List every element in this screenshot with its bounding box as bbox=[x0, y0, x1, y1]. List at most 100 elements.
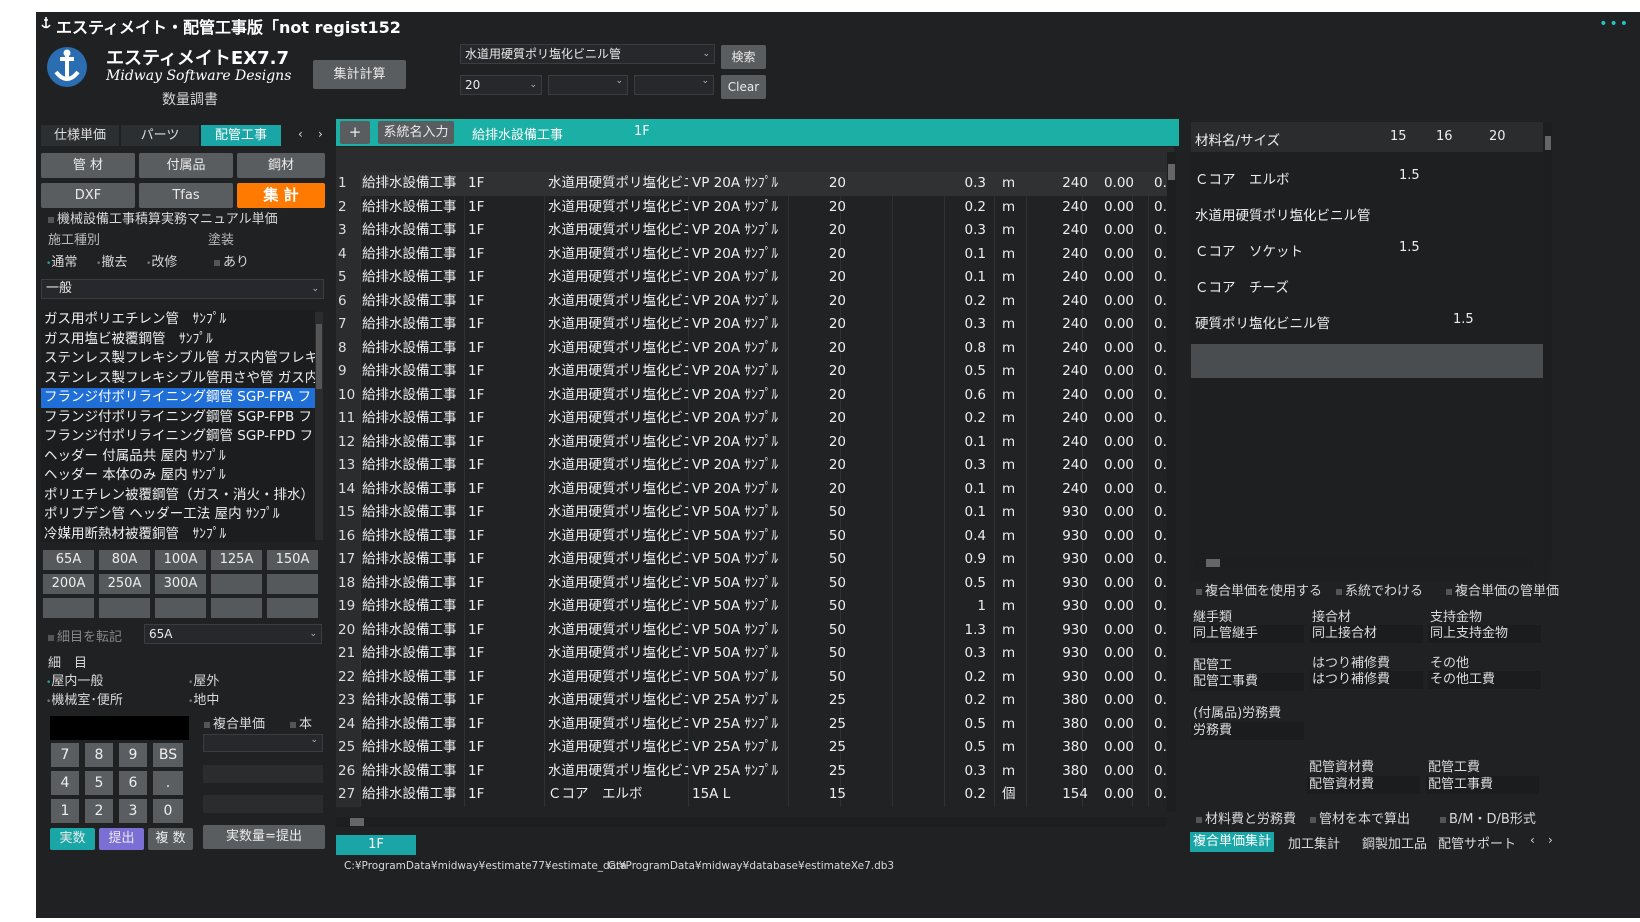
cell-unit[interactable]: m bbox=[1002, 666, 1022, 690]
cell-sys[interactable]: 給排水設備工事 bbox=[362, 713, 462, 737]
split-by-system-checkbox[interactable]: 系統でわける bbox=[1336, 580, 1423, 599]
actual-button[interactable]: 実数 bbox=[50, 828, 95, 850]
cell-qty[interactable]: 0.3 bbox=[936, 219, 986, 243]
cell-qty[interactable]: 1 bbox=[936, 595, 986, 619]
cell-r[interactable]: 0.00 bbox=[1088, 407, 1134, 431]
keypad-key[interactable]: 3 bbox=[119, 799, 147, 823]
cell-qty[interactable]: 0.1 bbox=[936, 501, 986, 525]
tab-pipe-support[interactable]: 配管サポート bbox=[1438, 833, 1516, 852]
cell-spec[interactable]: VP 20A ｻﾝﾌﾟﾙ bbox=[692, 290, 786, 314]
keypad-key[interactable]: 1 bbox=[51, 799, 79, 823]
calc-button[interactable]: 集計計算 bbox=[313, 60, 406, 89]
cell-unit[interactable]: m bbox=[1002, 713, 1022, 737]
list-item[interactable]: ヘッダー 付属品共 屋内 ｻﾝﾌﾟﾙ bbox=[41, 447, 316, 467]
tab-next-icon[interactable]: › bbox=[318, 127, 323, 141]
size-button-empty[interactable] bbox=[155, 598, 206, 618]
summary-h-scrollbar[interactable] bbox=[1194, 558, 1534, 568]
cell-unit[interactable]: m bbox=[1002, 454, 1022, 478]
cell-size[interactable]: 20 bbox=[826, 290, 846, 314]
cell-qty[interactable]: 0.3 bbox=[936, 172, 986, 196]
cell-price[interactable]: 154 bbox=[1026, 783, 1088, 807]
cell-spec[interactable]: VP 25A ｻﾝﾌﾟﾙ bbox=[692, 713, 786, 737]
cell-spec[interactable]: VP 20A ｻﾝﾌﾟﾙ bbox=[692, 337, 786, 361]
cell-size[interactable]: 25 bbox=[826, 736, 846, 760]
cell-size[interactable]: 20 bbox=[826, 360, 846, 384]
cell-r[interactable]: 0.00 bbox=[1088, 290, 1134, 314]
cell-mat[interactable]: 水道用硬質ポリ塩化ビニ bbox=[548, 595, 688, 619]
cell-unit[interactable]: m bbox=[1002, 572, 1022, 596]
cell-mat[interactable]: 水道用硬質ポリ塩化ビニ bbox=[548, 548, 688, 572]
cell-fl[interactable]: 1F bbox=[468, 548, 544, 572]
add-system-button[interactable]: + bbox=[340, 121, 370, 144]
cell-fl[interactable]: 1F bbox=[468, 525, 544, 549]
table-row[interactable]: 5 給排水設備工事 1F 水道用硬質ポリ塩化ビニ VP 20A ｻﾝﾌﾟﾙ 20 0.1 m 2… bbox=[336, 266, 1174, 290]
cell-sys[interactable]: 給排水設備工事 bbox=[362, 760, 462, 784]
cell-qty[interactable]: 0.4 bbox=[936, 525, 986, 549]
tab-spec-price[interactable]: 仕様単価 bbox=[41, 125, 119, 146]
cell-spec[interactable]: VP 50A ｻﾝﾌﾟﾙ bbox=[692, 642, 786, 666]
cell-unit[interactable]: 個 bbox=[1002, 783, 1022, 807]
cell-spec[interactable]: VP 20A ｻﾝﾌﾟﾙ bbox=[692, 454, 786, 478]
cell-size[interactable]: 20 bbox=[826, 266, 846, 290]
cell-r[interactable]: 0.00 bbox=[1088, 736, 1134, 760]
table-row[interactable]: 3 給排水設備工事 1F 水道用硬質ポリ塩化ビニ VP 20A ｻﾝﾌﾟﾙ 20 0.3 m 2… bbox=[336, 219, 1174, 243]
cell-unit[interactable]: m bbox=[1002, 407, 1022, 431]
cell-fl[interactable]: 1F bbox=[468, 384, 544, 408]
cell-size[interactable]: 15 bbox=[826, 783, 846, 807]
table-row[interactable]: 13 給排水設備工事 1F 水道用硬質ポリ塩化ビニ VP 20A ｻﾝﾌﾟﾙ 20 0.3 m… bbox=[336, 454, 1174, 478]
tab-steel-products[interactable]: 鋼製加工品 bbox=[1362, 833, 1427, 852]
more-icon[interactable]: ••• bbox=[1599, 16, 1630, 32]
cell-size[interactable]: 20 bbox=[826, 407, 846, 431]
cell-sys[interactable]: 給排水設備工事 bbox=[362, 290, 462, 314]
cell-sys[interactable]: 給排水設備工事 bbox=[362, 243, 462, 267]
cell-mat[interactable]: 水道用硬質ポリ塩化ビニ bbox=[548, 431, 688, 455]
cell-fl[interactable]: 1F bbox=[468, 572, 544, 596]
cell-price[interactable]: 240 bbox=[1026, 313, 1088, 337]
cell-sys[interactable]: 給排水設備工事 bbox=[362, 619, 462, 643]
cell-size[interactable]: 50 bbox=[826, 548, 846, 572]
cell-sys[interactable]: 給排水設備工事 bbox=[362, 219, 462, 243]
cell-mat[interactable]: 水道用硬質ポリ塩化ビニ bbox=[548, 290, 688, 314]
cell-spec[interactable]: VP 20A ｻﾝﾌﾟﾙ bbox=[692, 384, 786, 408]
plumber-field[interactable]: 配管工事費 bbox=[1191, 673, 1304, 691]
cell-price[interactable]: 240 bbox=[1026, 454, 1088, 478]
cell-spec[interactable]: VP 25A ｻﾝﾌﾟﾙ bbox=[692, 689, 786, 713]
cell-r[interactable]: 0.00 bbox=[1088, 689, 1134, 713]
table-row[interactable]: 22 給排水設備工事 1F 水道用硬質ポリ塩化ビニ VP 50A ｻﾝﾌﾟﾙ 50 0.2 m… bbox=[336, 665, 1174, 690]
cell-unit[interactable]: m bbox=[1002, 595, 1022, 619]
input-field-2[interactable] bbox=[203, 795, 323, 813]
cell-unit[interactable]: m bbox=[1002, 196, 1022, 220]
tab-parts[interactable]: パーツ bbox=[121, 125, 199, 146]
cell-qty[interactable]: 0.3 bbox=[936, 642, 986, 666]
keypad-key[interactable]: 5 bbox=[85, 771, 113, 795]
cell-r[interactable]: 0.00 bbox=[1088, 760, 1134, 784]
cell-r[interactable]: 0.00 bbox=[1088, 548, 1134, 572]
summary-row[interactable]: Ｃコア ソケット 1.5 bbox=[1191, 232, 1543, 266]
cell-size[interactable]: 50 bbox=[826, 619, 846, 643]
cell-sys[interactable]: 給排水設備工事 bbox=[362, 384, 462, 408]
cell-r[interactable]: 0.00 bbox=[1088, 501, 1134, 525]
cell-r[interactable]: 0.00 bbox=[1088, 478, 1134, 502]
support-field[interactable]: 同上支持金物 bbox=[1428, 625, 1541, 643]
cell-price[interactable]: 380 bbox=[1026, 713, 1088, 737]
cell-unit[interactable]: m bbox=[1002, 760, 1022, 784]
detail-indoor-radio[interactable]: •屋内一般 bbox=[46, 670, 103, 689]
keypad-key[interactable]: 4 bbox=[51, 771, 79, 795]
cell-qty[interactable]: 0.6 bbox=[936, 384, 986, 408]
system-input-button[interactable]: 系統名入力 bbox=[378, 121, 454, 144]
size-button[interactable]: 100A bbox=[155, 550, 206, 570]
cell-sys[interactable]: 給排水設備工事 bbox=[362, 266, 462, 290]
grid-scrollbar[interactable] bbox=[1167, 152, 1176, 812]
cell-price[interactable]: 930 bbox=[1026, 642, 1088, 666]
cell-price[interactable]: 380 bbox=[1026, 736, 1088, 760]
keypad-key[interactable]: 0 bbox=[153, 799, 183, 823]
table-row[interactable]: 23 給排水設備工事 1F 水道用硬質ポリ塩化ビニ VP 25A ｻﾝﾌﾟﾙ 25 0.2 m… bbox=[336, 689, 1174, 713]
summary-scrollbar[interactable] bbox=[1544, 124, 1552, 560]
cell-sys[interactable]: 給排水設備工事 bbox=[362, 337, 462, 361]
cell-qty[interactable]: 0.1 bbox=[936, 431, 986, 455]
size-button[interactable]: 65A bbox=[43, 550, 94, 570]
use-composite-checkbox[interactable]: 複合単価を使用する bbox=[1196, 580, 1322, 599]
cell-sys[interactable]: 給排水設備工事 bbox=[362, 454, 462, 478]
cell-unit[interactable]: m bbox=[1002, 290, 1022, 314]
table-row[interactable]: 2 給排水設備工事 1F 水道用硬質ポリ塩化ビニ VP 20A ｻﾝﾌﾟﾙ 20 0.2 m 2… bbox=[336, 195, 1174, 220]
